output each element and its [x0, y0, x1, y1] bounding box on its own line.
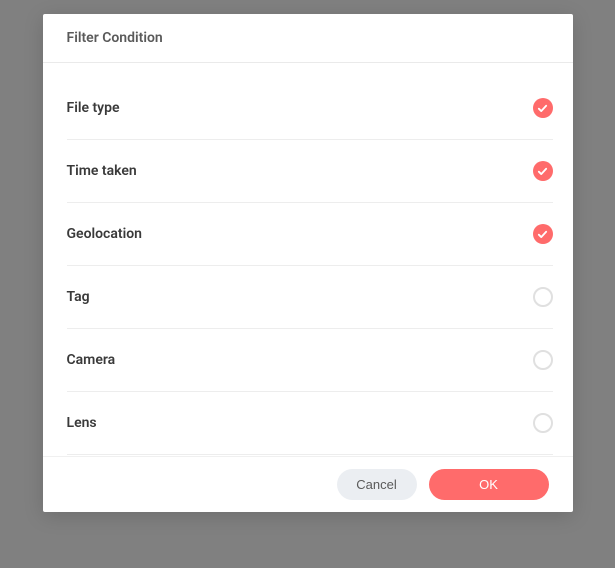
filter-condition-modal: Filter Condition File type Time taken Geol…	[43, 14, 573, 512]
filter-item-checkbox[interactable]	[533, 287, 553, 307]
filter-item[interactable]: Geolocation	[67, 203, 553, 266]
check-icon	[537, 166, 548, 177]
filter-item-label: Camera	[67, 352, 116, 368]
modal-footer: Cancel OK	[43, 456, 573, 512]
filter-item-checkbox[interactable]	[533, 350, 553, 370]
filter-item-checkbox[interactable]	[533, 161, 553, 181]
filter-item[interactable]: Camera	[67, 329, 553, 392]
filter-item-checkbox[interactable]	[533, 224, 553, 244]
check-icon	[537, 229, 548, 240]
filter-item[interactable]: Time taken	[67, 140, 553, 203]
filter-item[interactable]: File type	[67, 77, 553, 140]
filter-list: File type Time taken Geolocation Tag Camera L…	[67, 63, 573, 455]
filter-item-checkbox[interactable]	[533, 98, 553, 118]
modal-body[interactable]: File type Time taken Geolocation Tag Camera L…	[43, 63, 573, 456]
filter-item[interactable]: Lens	[67, 392, 553, 455]
filter-item-checkbox[interactable]	[533, 413, 553, 433]
filter-item-label: Geolocation	[67, 226, 142, 242]
check-icon	[537, 103, 548, 114]
modal-title: Filter Condition	[67, 30, 549, 46]
filter-item-label: Time taken	[67, 163, 137, 179]
modal-header: Filter Condition	[43, 14, 573, 63]
cancel-button[interactable]: Cancel	[337, 469, 417, 500]
filter-item-label: Tag	[67, 289, 90, 305]
ok-button[interactable]: OK	[429, 469, 549, 500]
filter-item-label: Lens	[67, 415, 97, 431]
filter-item[interactable]: Tag	[67, 266, 553, 329]
filter-item-label: File type	[67, 100, 120, 116]
